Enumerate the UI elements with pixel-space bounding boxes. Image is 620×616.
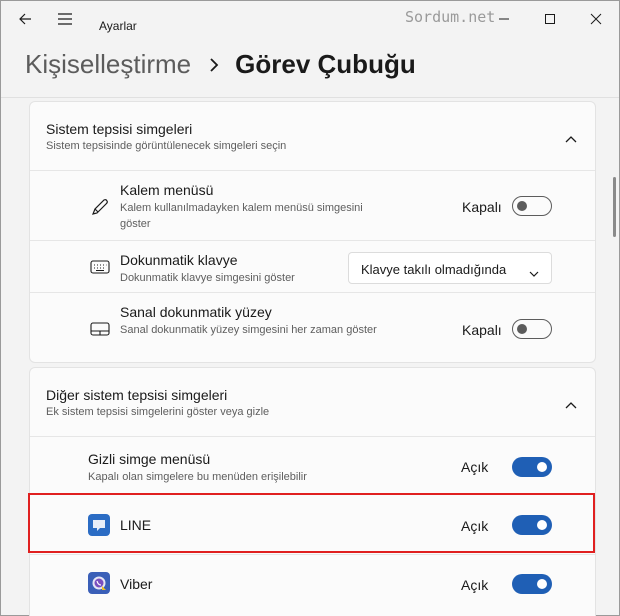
breadcrumb-parent-link[interactable]: Kişiselleştirme — [25, 49, 191, 80]
close-button[interactable] — [573, 1, 619, 37]
virtual-touchpad-toggle[interactable] — [512, 319, 552, 339]
chevron-up-icon[interactable] — [565, 396, 577, 414]
minimize-icon — [499, 18, 509, 20]
navigation-menu-button[interactable] — [45, 1, 85, 37]
page-title: Görev Çubuğu — [235, 49, 416, 79]
keyboard-icon — [89, 256, 111, 278]
maximize-button[interactable] — [527, 1, 573, 37]
highlight-annotation — [28, 493, 595, 553]
breadcrumb: Kişiselleştirme Görev Çubuğu — [25, 49, 416, 80]
list-item-pen-menu: Kalem menüsü Kalem kullanılmadayken kale… — [30, 170, 595, 240]
item-description: Sanal dokunmatik yüzey simgesini her zam… — [120, 324, 377, 336]
item-description: Kalem kullanılmadayken kalem menüsü simg… — [120, 202, 363, 230]
toggle-state-label: Açık — [461, 459, 489, 475]
settings-window: Ayarlar Sordum.net Kişiselleştirme Görev… — [0, 0, 620, 616]
touchpad-icon — [89, 318, 111, 340]
item-title: Dokunmatik klavye — [120, 252, 238, 268]
hamburger-menu-icon — [58, 13, 72, 25]
scrollbar-thumb[interactable] — [613, 177, 616, 237]
section-description: Ek sistem tepsisi simgelerini göster vey… — [46, 406, 270, 418]
maximize-icon — [545, 14, 555, 24]
toggle-state-label: Kapalı — [462, 322, 502, 338]
section-title: Diğer sistem tepsisi simgeleri — [46, 387, 228, 403]
touch-keyboard-dropdown[interactable]: Klavye takılı olmadığında — [348, 252, 552, 284]
toggle-state-label: Kapalı — [462, 199, 502, 215]
hidden-icon-menu-toggle[interactable] — [512, 457, 552, 477]
system-tray-icons-section: Sistem tepsisi simgeleri Sistem tepsisin… — [29, 101, 596, 363]
system-tray-section-header[interactable]: Sistem tepsisi simgeleri Sistem tepsisin… — [30, 102, 595, 170]
chevron-down-icon — [529, 264, 539, 282]
other-tray-section-header[interactable]: Diğer sistem tepsisi simgeleri Ek sistem… — [30, 368, 595, 436]
back-button[interactable] — [5, 1, 45, 37]
chevron-up-icon[interactable] — [565, 130, 577, 148]
pen-menu-toggle[interactable] — [512, 196, 552, 216]
viber-app-icon — [88, 572, 110, 594]
list-item-touch-keyboard: Dokunmatik klavye Dokunmatik klavye simg… — [30, 240, 595, 292]
dropdown-value: Klavye takılı olmadığında — [361, 262, 507, 277]
chevron-right-icon — [209, 57, 219, 73]
list-item-viber: Viber Açık — [30, 554, 595, 616]
toggle-state-label: Açık — [461, 577, 489, 593]
close-icon — [590, 13, 602, 25]
app-title: Ayarlar — [99, 19, 137, 33]
list-item-virtual-touchpad: Sanal dokunmatik yüzey Sanal dokunmatik … — [30, 292, 595, 364]
other-tray-icons-section: Diğer sistem tepsisi simgeleri Ek sistem… — [29, 367, 596, 616]
section-description: Sistem tepsisinde görüntülenecek simgele… — [46, 140, 287, 152]
minimize-button[interactable] — [481, 1, 527, 37]
item-description: Kapalı olan simgelere bu menüden erişile… — [88, 471, 307, 483]
item-title: Kalem menüsü — [120, 182, 214, 198]
back-arrow-icon — [19, 13, 31, 25]
title-bar: Ayarlar Sordum.net — [1, 1, 619, 37]
header-divider — [1, 97, 619, 98]
section-title: Sistem tepsisi simgeleri — [46, 121, 193, 137]
item-title: Sanal dokunmatik yüzey — [120, 304, 272, 320]
list-item-hidden-icon-menu: Gizli simge menüsü Kapalı olan simgelere… — [30, 436, 595, 494]
item-title: Viber — [120, 576, 153, 592]
viber-toggle[interactable] — [512, 574, 552, 594]
item-title: Gizli simge menüsü — [88, 451, 211, 467]
pen-icon — [89, 196, 111, 218]
